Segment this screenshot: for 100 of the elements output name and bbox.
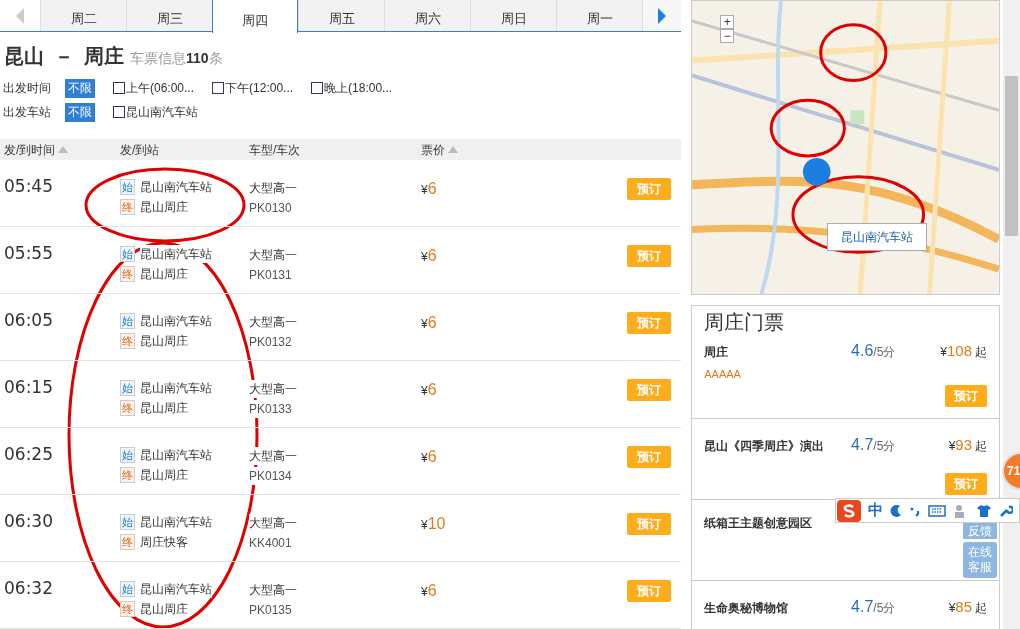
filter-label: 出发车站 [3,104,52,121]
grade-rating: AAAAA [704,367,742,382]
date-tab[interactable]: 周五 [298,0,384,31]
ticket-price: ¥6 [421,246,438,266]
checkbox[interactable] [212,82,225,94]
column-header[interactable]: 票价 [421,140,445,159]
date-tab[interactable]: 周二 [40,0,126,31]
departure-time: 05:45 [3,176,54,196]
departure-time: 05:55 [3,243,54,263]
option-label: 下午(12:00... [225,80,294,97]
bus-type: 大型高一 [249,179,297,197]
rating: 4.6/5分 [851,341,897,361]
start-tag: 始 [120,313,135,329]
attraction-price: ¥85 起 [947,597,988,617]
map-popup: 昆山南汽车站 [827,223,928,251]
bus-type: 大型高一 [249,514,297,532]
shirt-icon[interactable] [976,503,992,518]
zoom-out-button[interactable]: − [720,29,735,43]
zoom-in-button[interactable]: + [720,15,735,29]
bus-type: 大型高一 [249,447,297,465]
ticket-price: ¥6 [421,447,438,467]
start-tag: 始 [120,246,135,262]
option-label: 晚上(18:00... [324,80,393,97]
map[interactable]: + − 昆山南汽车站 [691,0,1001,295]
date-tab[interactable]: 周六 [384,0,470,31]
bus-type: 大型高一 [249,246,297,264]
ticket-price: ¥6 [421,380,438,400]
start-station: 昆山南汽车站 [140,178,212,196]
input-mode[interactable]: 中 [868,499,883,522]
moon-icon[interactable] [890,503,902,518]
all-option[interactable]: 不限 [65,102,95,122]
checkbox[interactable] [113,82,125,94]
end-tag: 终 [120,333,135,349]
keyboard-icon[interactable] [928,504,946,517]
option-label: 上午(06:00... [126,80,195,97]
scrollbar[interactable] [1003,0,1020,629]
start-tag: 始 [120,514,135,530]
ime-toolbar[interactable]: 中 [835,498,1020,523]
start-tag: 始 [120,581,135,597]
column-header: 车型/车次 [249,141,301,159]
date-tab[interactable]: 周四 [212,0,298,33]
end-tag: 终 [120,199,135,215]
route-title: 昆山 － 周庄 [4,44,124,69]
end-station: 周庄快客 [140,533,188,551]
attraction-name[interactable]: 昆山《四季周庄》演出 [704,437,825,455]
ticket-price: ¥10 [421,514,447,534]
end-station: 昆山周庄 [140,332,188,350]
tickets-title: 周庄门票 [703,310,786,335]
departure-time: 06:32 [3,578,54,598]
ticket-price: ¥6 [421,179,438,199]
rating: 4.7/5分 [851,435,897,455]
end-station: 昆山周庄 [140,399,188,417]
date-tab[interactable]: 周日 [470,0,556,31]
attraction-name[interactable]: 纸箱王主题创意园区 [704,514,813,532]
bus-number: PK0134 [249,467,292,485]
end-station: 昆山周庄 [140,466,188,484]
departure-time: 06:30 [3,511,54,531]
attraction-name[interactable]: 生命奥秘博物馆 [704,599,789,617]
end-station: 昆山周庄 [140,198,188,216]
option-label: 昆山南汽车站 [126,104,198,121]
departure-time: 06:15 [3,377,54,397]
bus-type: 大型高一 [249,581,297,599]
start-station: 昆山南汽车站 [140,513,212,531]
sogou-logo-icon [837,499,861,522]
column-header[interactable]: 发/到时间 [4,140,56,159]
end-tag: 终 [120,400,135,416]
column-header: 发/到站 [120,141,160,159]
date-tab[interactable]: 周三 [126,0,212,31]
ticket-price: ¥6 [421,581,438,601]
end-tag: 终 [120,266,135,282]
bus-number: PK0133 [249,400,292,418]
departure-time: 06:05 [3,310,54,330]
all-option[interactable]: 不限 [65,78,95,98]
checkbox[interactable] [311,82,324,94]
departure-time: 06:25 [3,444,54,464]
attraction-price: ¥93 起 [947,435,988,455]
end-tag: 终 [120,601,135,617]
ticket-count: 车票信息110条 [130,49,223,68]
date-tab[interactable]: 周一 [556,0,642,31]
start-station: 昆山南汽车站 [140,312,212,330]
rating: 4.7/5分 [851,597,897,617]
filter-label: 出发时间 [3,80,52,97]
ticket-price: ¥6 [421,313,438,333]
start-station: 昆山南汽车站 [140,580,212,598]
end-station: 昆山周庄 [140,600,188,618]
start-station: 昆山南汽车站 [140,446,212,464]
start-station: 昆山南汽车站 [140,245,212,263]
end-station: 昆山周庄 [140,265,188,283]
bus-type: 大型高一 [249,313,297,331]
attraction-name[interactable]: 周庄 [704,343,729,361]
end-tag: 终 [120,534,135,550]
attraction-price: ¥108 起 [939,341,988,361]
start-tag: 始 [120,380,135,396]
wrench-icon[interactable] [999,503,1013,518]
start-station: 昆山南汽车站 [140,379,212,397]
bus-type: 大型高一 [249,380,297,398]
checkbox[interactable] [113,106,125,118]
end-tag: 终 [120,467,135,483]
start-tag: 始 [120,179,135,195]
start-tag: 始 [120,447,135,463]
